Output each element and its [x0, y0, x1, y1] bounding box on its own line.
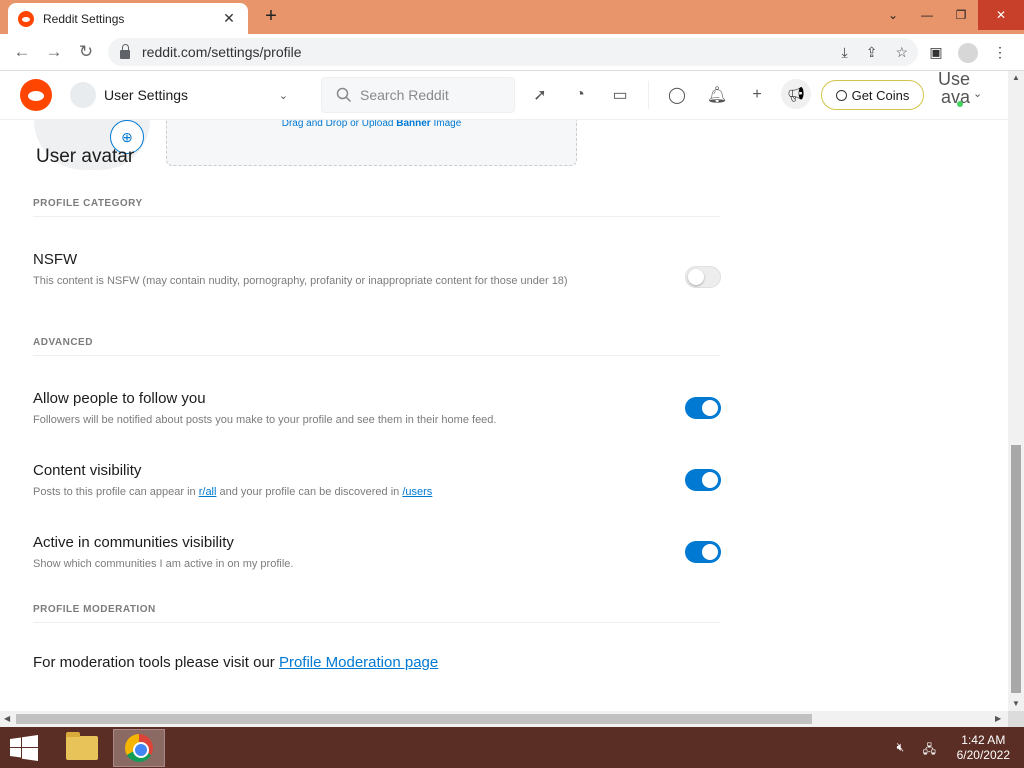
tab-close-icon[interactable]: ✕: [220, 10, 238, 27]
system-tray: 🔇︎ 🖧︎ 1:42 AM 6/20/2022: [897, 733, 1010, 763]
address-bar[interactable]: reddit.com/settings/profile ⤓ ⇪ ☆: [108, 38, 918, 66]
header-divider: [648, 81, 649, 109]
banner-upload-area[interactable]: Drag and Drop or Upload Banner Image: [166, 120, 577, 166]
horizontal-scrollbar[interactable]: ◀ ▶: [0, 711, 1008, 727]
browser-toolbar: ← → ↻ reddit.com/settings/profile ⤓ ⇪ ☆ …: [0, 34, 1024, 71]
section-heading-profile-category: PROFILE CATEGORY: [33, 198, 143, 209]
notification-bell-icon[interactable]: 🔔︎: [705, 83, 729, 107]
restore-button[interactable]: ❐: [944, 0, 978, 30]
bookmark-star-icon[interactable]: ☆: [895, 44, 908, 61]
clock-date: 6/20/2022: [956, 748, 1010, 762]
nsfw-title: NSFW: [33, 251, 78, 268]
profile-moderation-link[interactable]: Profile Moderation page: [279, 654, 438, 671]
install-icon[interactable]: ⤓: [842, 44, 848, 61]
search-input[interactable]: Search Reddit: [321, 77, 515, 113]
get-coins-button[interactable]: Get Coins: [821, 80, 924, 110]
vertical-scroll-thumb[interactable]: [1011, 445, 1021, 693]
r-all-link[interactable]: r/all: [199, 486, 217, 498]
section-divider: [33, 622, 720, 623]
speaker-muted-icon[interactable]: 🔇︎: [897, 740, 915, 756]
follow-toggle[interactable]: [685, 397, 721, 419]
users-link[interactable]: /users: [402, 486, 432, 498]
forward-icon[interactable]: →: [38, 36, 70, 68]
window-controls: ⌄ — ❐ ✕: [876, 0, 1024, 30]
online-indicator-icon: [957, 101, 963, 107]
chrome-taskbar-button[interactable]: [113, 729, 165, 767]
get-coins-label: Get Coins: [851, 87, 910, 103]
coin-icon: [835, 89, 847, 101]
search-icon: [336, 87, 352, 103]
user-settings-avatar-icon: [70, 82, 96, 108]
clock[interactable]: 1:42 AM 6/20/2022: [957, 733, 1010, 763]
user-chevron-down-icon: ⌄: [973, 88, 983, 100]
section-heading-advanced: ADVANCED: [33, 337, 93, 348]
windows-start-icon[interactable]: [10, 735, 38, 761]
communities-visibility-toggle[interactable]: [685, 541, 721, 563]
follow-description: Followers will be notified about posts y…: [33, 414, 497, 426]
chevron-down-icon: ⌄: [278, 89, 288, 102]
network-icon[interactable]: 🖧︎: [923, 740, 941, 756]
banner-upload-hint: Drag and Drop or Upload Banner Image: [281, 120, 462, 129]
profile-icon[interactable]: [956, 41, 980, 65]
lock-icon: [120, 43, 130, 59]
nsfw-toggle[interactable]: [685, 266, 721, 288]
user-name-line2: ava: [941, 87, 971, 107]
menu-kebab-icon[interactable]: ⋮: [988, 41, 1012, 65]
scroll-down-arrow-icon[interactable]: ▼: [1012, 699, 1020, 708]
video-icon[interactable]: ▭: [608, 83, 632, 107]
scrollbar-corner: [1008, 711, 1024, 727]
clock-time: 1:42 AM: [961, 733, 1006, 747]
section-heading-profile-moderation: PROFILE MODERATION: [33, 604, 156, 615]
chat-icon[interactable]: ◯: [665, 83, 689, 107]
scroll-right-arrow-icon[interactable]: ▶: [995, 714, 1001, 723]
coins-chart-icon[interactable]: ◔: [568, 83, 592, 107]
section-divider: [33, 216, 720, 217]
communities-visibility-description: Show which communities I am active in on…: [33, 558, 294, 570]
vertical-scrollbar[interactable]: ▲ ▼: [1008, 71, 1024, 711]
share-icon[interactable]: ⇪: [866, 44, 878, 61]
horizontal-scroll-thumb[interactable]: [16, 714, 812, 724]
folder-icon: [66, 732, 98, 760]
minimize-button[interactable]: —: [910, 0, 944, 30]
reload-icon[interactable]: ↻: [70, 36, 102, 68]
popular-icon[interactable]: ➚: [528, 83, 552, 107]
moderation-text: For moderation tools please visit our Pr…: [33, 654, 439, 671]
chrome-icon: [125, 734, 153, 762]
advertise-megaphone-icon[interactable]: 📢︎: [781, 79, 811, 109]
user-avatar-label: User avatar: [36, 146, 135, 167]
browser-tab[interactable]: Reddit Settings ✕: [8, 3, 248, 34]
scroll-left-arrow-icon[interactable]: ◀: [4, 714, 10, 723]
settings-content: ⊕ User avatar Drag and Drop or Upload Ba…: [0, 120, 1008, 711]
section-divider: [33, 355, 720, 356]
reddit-logo-icon[interactable]: [20, 79, 52, 111]
content-visibility-toggle[interactable]: [685, 469, 721, 491]
home-dropdown-label: User Settings: [104, 87, 189, 103]
user-dropdown[interactable]: Use ava ⌄: [936, 71, 986, 119]
close-window-button[interactable]: ✕: [978, 0, 1024, 30]
windows-taskbar: 🔇︎ 🖧︎ 1:42 AM 6/20/2022: [0, 727, 1024, 768]
scroll-up-arrow-icon[interactable]: ▲: [1012, 73, 1020, 82]
create-post-plus-icon[interactable]: +: [745, 83, 769, 107]
follow-title: Allow people to follow you: [33, 390, 206, 407]
reddit-favicon-icon: [18, 10, 34, 27]
content-visibility-description: Posts to this profile can appear in r/al…: [33, 486, 433, 498]
tab-search-icon[interactable]: ⌄: [876, 0, 910, 30]
tab-title: Reddit Settings: [43, 11, 125, 26]
side-panel-icon[interactable]: ▣: [924, 41, 948, 65]
content-visibility-title: Content visibility: [33, 462, 142, 479]
back-icon[interactable]: ←: [6, 36, 38, 68]
reddit-header: User Settings ⌄ Search Reddit ➚ ◔ ▭ ◯ 🔔︎…: [0, 71, 1008, 120]
search-placeholder: Search Reddit: [360, 87, 449, 103]
new-tab-button[interactable]: +: [260, 5, 282, 27]
nsfw-description: This content is NSFW (may contain nudity…: [33, 275, 568, 287]
communities-visibility-title: Active in communities visibility: [33, 534, 234, 551]
file-explorer-button[interactable]: [56, 729, 108, 767]
home-dropdown[interactable]: User Settings ⌄: [66, 77, 296, 113]
url-text: reddit.com/settings/profile: [142, 44, 302, 60]
browser-titlebar: Reddit Settings ✕ + ⌄ — ❐ ✕: [0, 0, 1024, 34]
